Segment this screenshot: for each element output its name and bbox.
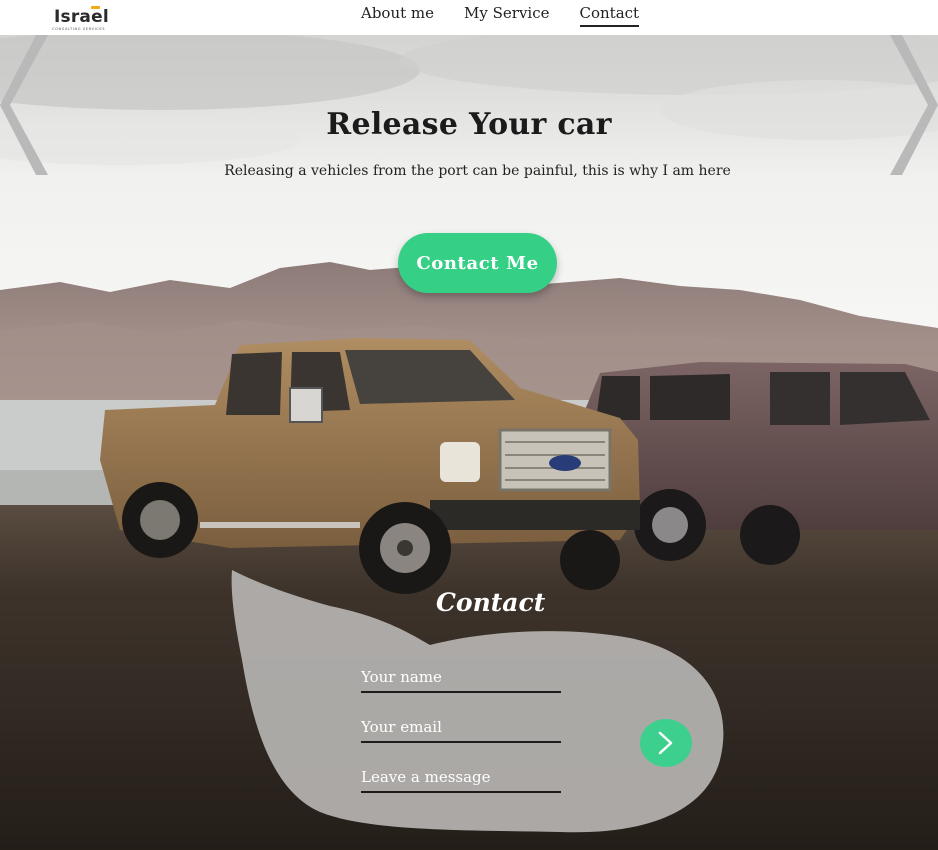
message-input[interactable] [361,763,561,793]
hero-title: Release Your car [326,107,612,142]
hero-subtitle: Releasing a vehicles from the port can b… [224,163,731,179]
contact-me-button[interactable]: Contact Me [398,233,557,293]
carousel-prev-arrow[interactable] [0,35,52,175]
chevron-right-icon [890,35,938,175]
hero-section: Release Your car Releasing a vehicles fr… [0,35,938,850]
chevron-left-icon [0,35,48,175]
carousel-next-arrow[interactable] [886,35,938,175]
email-input[interactable] [361,713,561,743]
logo-tagline: CONSULTING SERVICES [52,27,106,31]
logo-accent-mark [91,6,100,9]
nav-link-services[interactable]: My Service [464,4,549,27]
contact-heading: Contact [436,588,546,617]
main-nav: About me My Service Contact [361,4,640,27]
submit-button[interactable] [640,719,692,767]
logo-wordmark: Israel [54,7,109,27]
chevron-right-icon [658,731,673,755]
nav-link-about[interactable]: About me [361,4,434,27]
nav-link-contact[interactable]: Contact [579,4,640,27]
logo[interactable]: Israel CONSULTING SERVICES [52,5,114,33]
name-input[interactable] [361,663,561,693]
top-navigation-bar: Israel CONSULTING SERVICES About me My S… [0,0,938,35]
